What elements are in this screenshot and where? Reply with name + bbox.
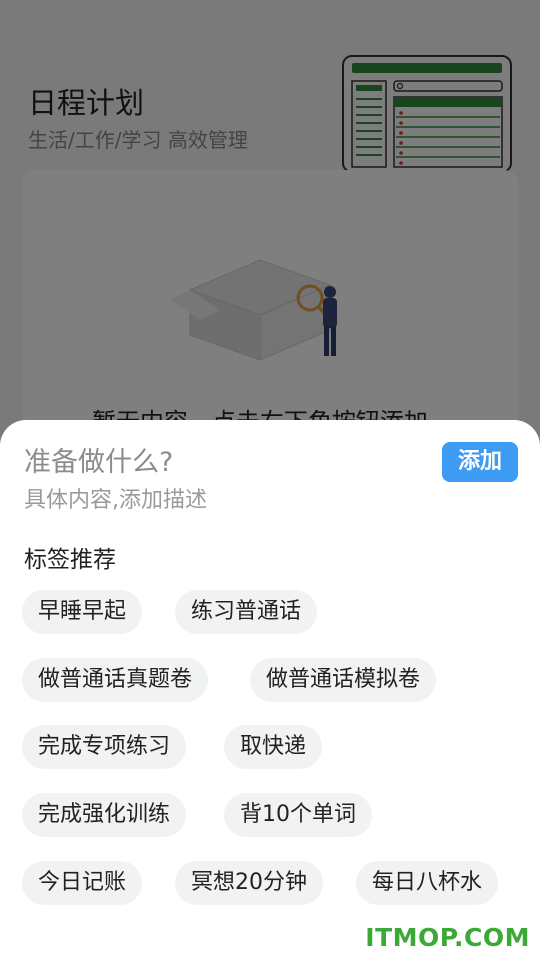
tag-chip[interactable]: 完成专项练习	[22, 725, 187, 769]
add-task-sheet: 准备做什么? 具体内容,添加描述 添加 标签推荐 早睡早起 练习普通话 做普通话…	[0, 420, 540, 960]
tag-chip[interactable]: 练习普通话	[175, 590, 318, 634]
tag-chip[interactable]: 做普通话真题卷	[22, 658, 209, 702]
tag-chip[interactable]: 取快递	[224, 725, 323, 769]
add-button[interactable]: 添加	[442, 442, 518, 482]
task-description-input[interactable]: 具体内容,添加描述	[24, 482, 207, 514]
tag-chip[interactable]: 今日记账	[22, 861, 143, 905]
tag-chip[interactable]: 每日八杯水	[356, 861, 499, 905]
tag-chip[interactable]: 完成强化训练	[22, 793, 187, 837]
tag-chip[interactable]: 做普通话模拟卷	[250, 658, 437, 702]
task-title-input[interactable]: 准备做什么?	[24, 440, 173, 479]
tags-heading: 标签推荐	[24, 547, 116, 573]
tag-chip[interactable]: 冥想20分钟	[175, 861, 323, 905]
tag-chip[interactable]: 背10个单词	[224, 793, 372, 837]
site-watermark: ITMOP.COM	[365, 923, 530, 952]
tag-chip[interactable]: 早睡早起	[22, 590, 143, 634]
